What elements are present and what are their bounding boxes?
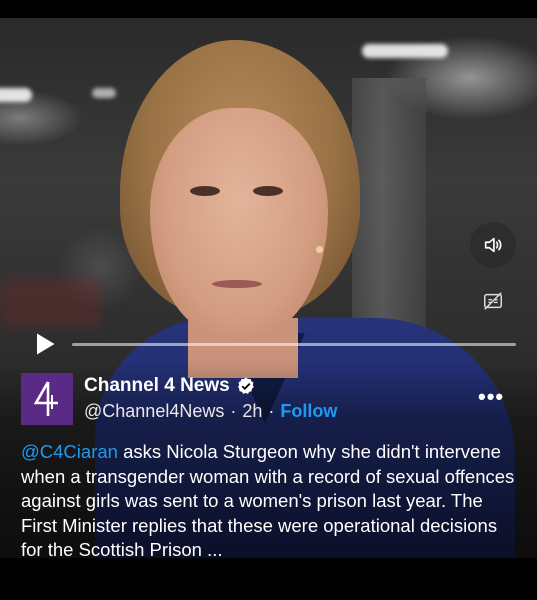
person-eye [253,186,283,196]
play-button[interactable] [30,330,58,358]
author-handle[interactable]: @Channel4News [84,401,224,422]
more-options-button[interactable]: ••• [478,384,504,410]
meta-separator: · [230,401,237,421]
play-icon [37,333,55,355]
author-name-row[interactable]: Channel 4 News [84,375,256,397]
captions-off-icon [484,292,502,310]
author-meta-row: @Channel4News · 2h · Follow [84,401,337,422]
video-progress-bar[interactable] [72,343,516,346]
mute-button[interactable] [470,222,516,268]
captions-button[interactable] [476,284,510,318]
background-pillar [352,78,426,338]
channel4-logo-icon [33,381,58,416]
speaker-icon [484,237,502,253]
bottom-bar [0,558,537,600]
post-time[interactable]: 2h [242,401,262,422]
status-bar [0,0,537,18]
mention-link[interactable]: @C4Ciaran [21,441,118,462]
meta-separator: · [268,401,275,421]
background-light [0,88,32,102]
author-name[interactable]: Channel 4 News [84,375,230,397]
follow-button[interactable]: Follow [280,401,337,422]
person-face [150,108,328,338]
person-eye [190,186,220,196]
background-blur [0,278,100,328]
person-earring [316,246,323,253]
verified-badge-icon [237,377,254,394]
person-mouth [212,280,262,288]
background-light [362,44,448,58]
background-light [92,88,116,98]
tweet-text: @C4Ciaran asks Nicola Sturgeon why she d… [21,440,516,563]
avatar[interactable] [21,373,73,425]
